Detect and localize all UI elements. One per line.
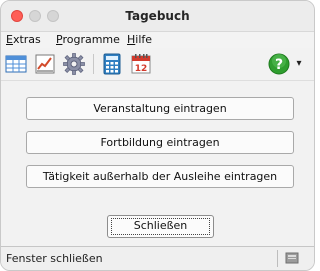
calendar-day-label: 12 bbox=[135, 64, 148, 74]
schliessen-button[interactable]: Schließen bbox=[107, 215, 214, 238]
tagebuch-window: Tagebuch Extras Programme Hilfe 12 ? ▾ V… bbox=[0, 0, 315, 271]
title-bar[interactable]: Tagebuch bbox=[1, 1, 314, 32]
dropdown-arrow-icon[interactable]: ▾ bbox=[293, 52, 305, 76]
window-title: Tagebuch bbox=[125, 9, 190, 23]
focus-ring bbox=[111, 218, 210, 235]
menu-programme-label: rogramme bbox=[62, 33, 120, 46]
status-bar: Fenster schließen bbox=[1, 246, 314, 270]
status-text: Fenster schließen bbox=[6, 252, 103, 265]
gear-icon[interactable] bbox=[62, 52, 86, 76]
menu-extras-mnemonic: E bbox=[6, 33, 13, 46]
menu-extras-label: xtras bbox=[12, 33, 41, 46]
taetigkeit-eintragen-button[interactable]: Tätigkeit außerhalb der Ausleihe eintrag… bbox=[26, 165, 294, 188]
status-separator bbox=[277, 250, 278, 267]
veranstaltung-eintragen-button[interactable]: Veranstaltung eintragen bbox=[26, 97, 294, 120]
calculator-icon[interactable] bbox=[100, 52, 124, 76]
calendar-icon[interactable]: 12 bbox=[129, 52, 153, 76]
menu-extras[interactable]: Extras bbox=[6, 33, 41, 46]
fortbildung-eintragen-button[interactable]: Fortbildung eintragen bbox=[26, 131, 294, 154]
help-glyph: ? bbox=[275, 57, 283, 73]
help-icon[interactable]: ? bbox=[267, 52, 291, 76]
toolbar: 12 ? ▾ bbox=[1, 48, 314, 81]
content-area: Veranstaltung eintragen Fortbildung eint… bbox=[1, 81, 314, 246]
menu-bar: Extras Programme Hilfe bbox=[1, 32, 314, 48]
menu-hilfe-label: ilfe bbox=[135, 33, 153, 46]
menu-programme[interactable]: Programme bbox=[56, 33, 120, 46]
menu-hilfe[interactable]: Hilfe bbox=[127, 33, 152, 46]
table-icon[interactable] bbox=[4, 52, 28, 76]
toolbar-separator bbox=[93, 54, 94, 74]
chart-icon[interactable] bbox=[33, 52, 57, 76]
resize-grip-icon[interactable] bbox=[284, 250, 300, 266]
